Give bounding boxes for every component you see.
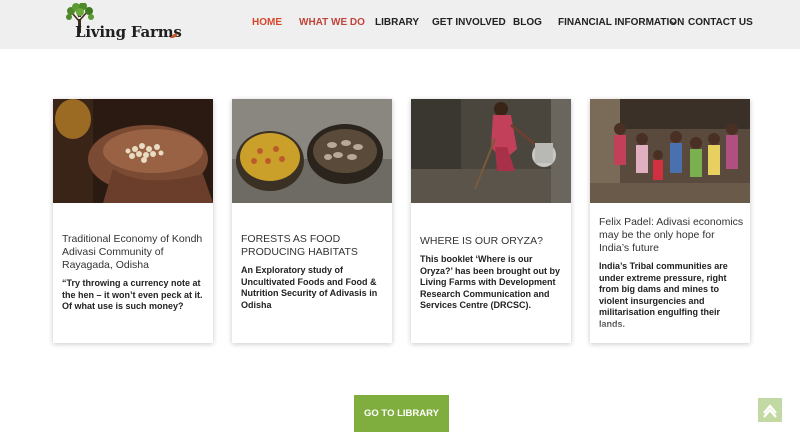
- library-card[interactable]: WHERE IS OUR ORYZA? This booklet ‘Where …: [411, 99, 571, 343]
- card-image-hand-seeds[interactable]: [53, 99, 213, 203]
- excerpt-fade: [232, 317, 392, 343]
- site-header: Living Farms HOME WHAT WE DO LIBRARY GET…: [0, 0, 800, 49]
- card-image-community-gathering[interactable]: [590, 99, 750, 203]
- card-title[interactable]: FORESTS AS FOOD PRODUCING HABITATS: [241, 233, 387, 259]
- excerpt-fade: [590, 317, 750, 343]
- card-excerpt: This booklet ‘Where is our Oryza?’ has b…: [420, 254, 561, 310]
- nav-item-blog[interactable]: BLOG: [513, 17, 542, 28]
- nav-item-financial-information[interactable]: FINANCIAL INFORMATION: [558, 17, 684, 28]
- nav-item-contact-us[interactable]: CONTACT US: [688, 17, 753, 28]
- card-title[interactable]: Traditional Economy of Kondh Adivasi Com…: [62, 233, 208, 272]
- nav-item-home[interactable]: HOME: [252, 17, 282, 28]
- chevron-down-icon[interactable]: [670, 19, 677, 26]
- card-image-woman-sweeping[interactable]: [411, 99, 571, 203]
- card-title[interactable]: WHERE IS OUR ORYZA?: [420, 235, 566, 248]
- card-excerpt: An Exploratory study of Uncultivated Foo…: [241, 265, 378, 310]
- excerpt-fade: [53, 317, 213, 343]
- nav-item-what-we-do[interactable]: WHAT WE DO: [299, 17, 365, 28]
- card-title[interactable]: Felix Padel: Adivasi economics may be th…: [599, 216, 745, 255]
- back-to-top-button[interactable]: [758, 398, 782, 422]
- arrow-up-icon: [763, 404, 777, 418]
- main-nav: HOME WHAT WE DO LIBRARY GET INVOLVED BLO…: [0, 0, 800, 49]
- library-card[interactable]: Felix Padel: Adivasi economics may be th…: [590, 99, 750, 343]
- library-card[interactable]: FORESTS AS FOOD PRODUCING HABITATS An Ex…: [232, 99, 392, 343]
- go-to-library-button[interactable]: GO TO LIBRARY: [354, 395, 449, 432]
- nav-item-get-involved[interactable]: GET INVOLVED: [432, 17, 506, 28]
- library-card[interactable]: Traditional Economy of Kondh Adivasi Com…: [53, 99, 213, 343]
- card-image-bowls[interactable]: [232, 99, 392, 203]
- card-excerpt: “Try throwing a currency note at the hen…: [62, 278, 203, 311]
- nav-item-library[interactable]: LIBRARY: [375, 17, 419, 28]
- excerpt-fade: [411, 317, 571, 343]
